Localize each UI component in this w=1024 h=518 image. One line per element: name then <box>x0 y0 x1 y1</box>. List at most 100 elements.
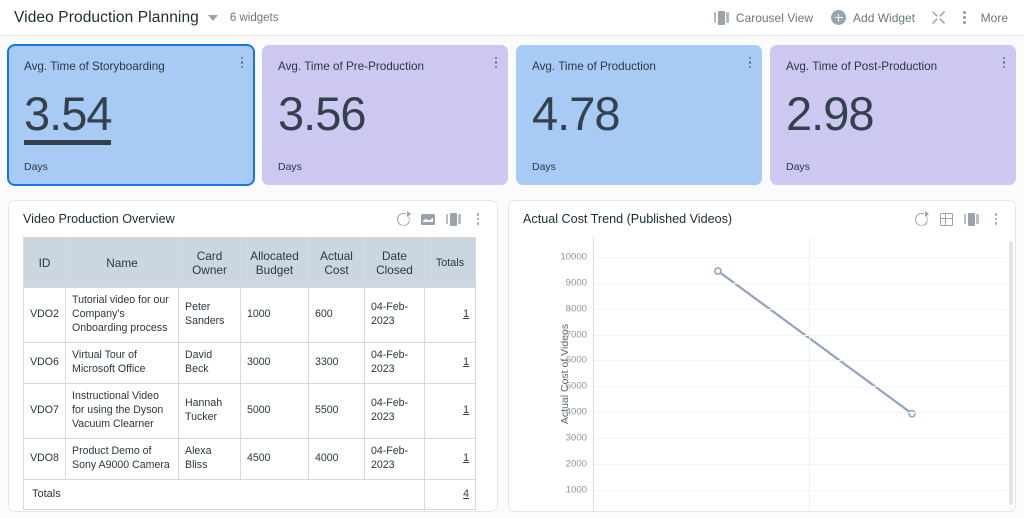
totals-value-cell[interactable]: 4 <box>424 478 476 510</box>
kpi-title: Avg. Time of Storyboarding <box>24 60 165 73</box>
cell-name: Tutorial video for our Company's Onboard… <box>65 287 179 343</box>
more-button[interactable]: More <box>953 0 1012 36</box>
refresh-icon[interactable] <box>910 208 932 230</box>
total-link[interactable]: 1 <box>463 356 469 368</box>
gridline <box>594 386 1007 388</box>
gridline <box>594 360 1007 362</box>
kebab-menu-icon <box>955 11 974 24</box>
chart-image-icon[interactable] <box>417 208 439 230</box>
add-widget-label: Add Widget <box>853 10 916 25</box>
carousel-view-button[interactable]: Carousel View <box>705 0 822 36</box>
cell-actual: 600 <box>308 287 365 343</box>
series-line <box>714 267 916 418</box>
cell-owner: Alexa Bliss <box>178 437 241 480</box>
cell-total-link[interactable]: 1 <box>424 341 476 384</box>
cell-closed: 04-Feb-2023 <box>364 341 425 384</box>
y-tick-label: 7000 <box>565 329 587 341</box>
chevron-down-icon[interactable] <box>207 14 218 21</box>
gridline <box>594 282 1007 284</box>
cell-actual: 3300 <box>308 341 365 384</box>
column-header[interactable]: Totals <box>424 237 476 288</box>
table-scroll-region[interactable]: ID Name Card Owner Allocated Budget Actual C… <box>9 237 497 510</box>
y-tick-label: 4000 <box>565 406 587 418</box>
kpi-title: Avg. Time of Post-Production <box>786 60 938 73</box>
video-production-table: ID Name Card Owner Allocated Budget Actual C… <box>23 237 476 510</box>
kpi-value: 3.54 <box>24 90 112 146</box>
kpi-value: 2.98 <box>786 87 874 141</box>
grid-table-icon[interactable] <box>935 208 957 230</box>
kebab-menu-icon[interactable] <box>985 208 1007 230</box>
cell-id: VDO7 <box>23 382 66 439</box>
video-production-overview-widget: Video Production Overview ID Name Card Own… <box>8 200 498 512</box>
table-row[interactable]: VDO8 Product Demo of Sony A9000 Camera Ale… <box>23 437 476 480</box>
kpi-unit: Days <box>278 161 302 173</box>
topbar-actions: Carousel View Add Widget More <box>705 0 1024 36</box>
gridline <box>594 412 1007 414</box>
kpi-card-4[interactable]: Avg. Time of Post-Production 2.98 Days <box>770 45 1016 185</box>
kpi-card-3[interactable]: Avg. Time of Production 4.78 Days <box>516 45 762 185</box>
table-row[interactable]: VDO2 Tutorial video for our Company's Onb… <box>23 287 476 343</box>
kpi-unit: Days <box>24 161 48 173</box>
y-tick-label: 9000 <box>565 277 587 289</box>
add-widget-button[interactable]: Add Widget <box>822 0 924 36</box>
carousel-icon[interactable] <box>960 208 982 230</box>
kpi-card-2[interactable]: Avg. Time of Pre-Production 3.56 Days <box>262 45 508 185</box>
y-tick-label: 2000 <box>565 458 587 470</box>
cell-alloc: 4500 <box>240 437 309 480</box>
kpi-unit: Days <box>532 161 556 173</box>
column-header[interactable]: Card Owner <box>178 237 241 288</box>
total-link[interactable]: 1 <box>463 452 469 464</box>
kebab-menu-icon[interactable] <box>240 57 243 69</box>
cell-total-link[interactable]: 1 <box>424 437 476 480</box>
cell-total-link[interactable]: 1 <box>424 382 476 439</box>
table-totals-row: Totals 4 <box>23 478 476 510</box>
cell-alloc: 1000 <box>240 287 309 343</box>
carousel-icon[interactable] <box>442 208 464 230</box>
y-axis-ticks: 10000 9000 8000 7000 6000 5000 4000 3000 2000 100… <box>539 237 591 511</box>
refresh-icon[interactable] <box>392 208 414 230</box>
kebab-menu-icon[interactable] <box>467 208 489 230</box>
cell-total-link[interactable]: 1 <box>424 287 476 343</box>
totals-label: Totals <box>23 478 425 510</box>
widget-header: Video Production Overview <box>9 201 497 237</box>
kpi-card-row: Avg. Time of Storyboarding 3.54 Days Avg. T… <box>7 44 1016 186</box>
kpi-card-1[interactable]: Avg. Time of Storyboarding 3.54 Days <box>7 44 255 186</box>
y-tick-label: 8000 <box>565 303 587 315</box>
vertical-gridline <box>808 237 810 511</box>
column-header[interactable]: Actual Cost <box>308 237 365 288</box>
cell-closed: 04-Feb-2023 <box>364 287 425 343</box>
cell-closed: 04-Feb-2023 <box>364 382 425 439</box>
chart-vertical-scrollbar[interactable] <box>1009 241 1013 505</box>
expand-arrows-icon <box>932 11 945 24</box>
kebab-menu-icon[interactable] <box>748 57 751 69</box>
column-header[interactable]: Name <box>65 237 179 288</box>
totals-value-link[interactable]: 4 <box>463 488 469 500</box>
column-header[interactable]: Allocated Budget <box>240 237 309 288</box>
plot-area <box>593 237 1007 511</box>
column-header[interactable]: ID <box>23 237 66 288</box>
plus-circle-icon <box>831 10 847 25</box>
gridline <box>594 464 1007 466</box>
cell-name: Instructional Video for using the Dyson … <box>65 382 179 439</box>
kpi-value: 3.56 <box>278 87 366 141</box>
y-tick-label: 3000 <box>565 432 587 444</box>
table-header-row: ID Name Card Owner Allocated Budget Actual C… <box>23 237 476 288</box>
column-header[interactable]: Date Closed <box>364 237 425 288</box>
kebab-menu-icon[interactable] <box>1002 57 1005 69</box>
table-row[interactable]: VDO6 Virtual Tour of Microsoft Office Davi… <box>23 341 476 384</box>
kebab-menu-icon[interactable] <box>494 57 497 69</box>
widget-actions <box>910 208 1007 230</box>
gridline <box>594 256 1007 258</box>
cell-closed: 04-Feb-2023 <box>364 437 425 480</box>
total-link[interactable]: 1 <box>463 404 469 416</box>
widget-actions <box>392 208 489 230</box>
cell-owner: Peter Sanders <box>178 287 241 343</box>
expand-button[interactable] <box>924 0 953 36</box>
more-label: More <box>980 10 1008 25</box>
gridline <box>594 490 1007 492</box>
total-link[interactable]: 1 <box>463 308 469 320</box>
kpi-title: Avg. Time of Production <box>532 60 656 73</box>
table-row[interactable]: VDO7 Instructional Video for using the Dy… <box>23 382 476 439</box>
gridline <box>594 334 1007 336</box>
page-title: Video Production Planning <box>14 8 199 26</box>
